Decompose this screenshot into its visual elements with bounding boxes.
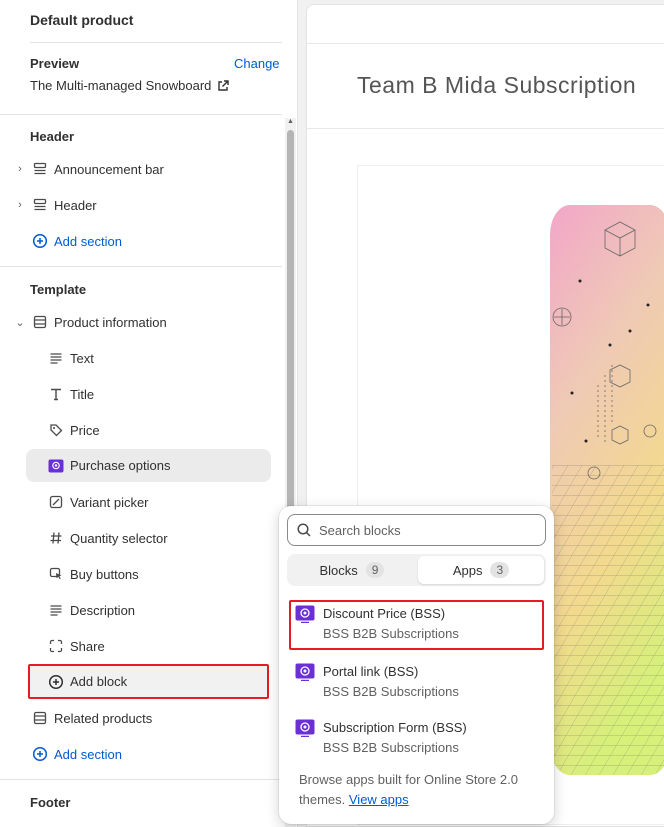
tab-label: Apps xyxy=(452,562,483,578)
divider xyxy=(30,42,282,43)
block-label: Text xyxy=(70,350,94,366)
bss-app-icon xyxy=(295,719,315,737)
cursor-click-icon xyxy=(47,565,65,583)
divider xyxy=(0,266,282,267)
header-section-title: Header xyxy=(30,129,75,144)
bss-app-icon xyxy=(295,663,315,681)
block-tabs: Blocks 9 Apps 3 xyxy=(287,554,546,586)
section-product-information[interactable]: ⌄ Product information xyxy=(0,306,282,338)
editor-sidebar: Default product Preview Change The Multi… xyxy=(0,0,298,827)
search-blocks-input[interactable]: Search blocks xyxy=(287,514,546,546)
block-variant-picker[interactable]: Variant picker xyxy=(0,486,282,518)
text-lines-icon xyxy=(47,349,65,367)
browse-apps-text: Browse apps built for Online Store 2.0 t… xyxy=(299,770,544,810)
block-label: Description xyxy=(70,602,136,618)
app-block-name: Portal link (BSS) xyxy=(323,664,419,679)
block-share[interactable]: Share xyxy=(0,630,282,662)
add-block-button[interactable]: Add block xyxy=(28,664,269,699)
block-label: Price xyxy=(70,422,100,438)
search-placeholder: Search blocks xyxy=(319,523,401,538)
block-label: Share xyxy=(70,638,105,654)
divider xyxy=(307,128,664,129)
count-badge: 3 xyxy=(490,562,510,578)
block-quantity-selector[interactable]: Quantity selector xyxy=(0,522,282,554)
block-text[interactable]: Text xyxy=(0,342,282,374)
divider xyxy=(0,779,282,780)
share-icon xyxy=(47,637,65,655)
tab-label: Blocks xyxy=(319,562,358,578)
plus-circle-icon xyxy=(31,745,49,763)
text-lines-icon xyxy=(47,601,65,619)
block-title[interactable]: Title xyxy=(0,378,282,410)
section-icon xyxy=(31,313,49,331)
footer-section-title: Footer xyxy=(30,795,71,810)
section-label: Related products xyxy=(54,710,153,726)
bss-app-icon xyxy=(47,457,65,475)
app-block-provider: BSS B2B Subscriptions xyxy=(323,740,459,755)
section-icon xyxy=(31,160,49,178)
external-link-icon xyxy=(218,79,230,91)
divider xyxy=(0,114,282,115)
block-description[interactable]: Description xyxy=(0,594,282,626)
tab-apps[interactable]: Apps 3 xyxy=(418,556,544,584)
variant-picker-icon xyxy=(47,493,65,511)
store-title: Team B Mida Subscription xyxy=(357,72,637,98)
template-add-section-button[interactable]: Add section xyxy=(0,738,282,770)
preview-label: Preview xyxy=(30,56,80,71)
price-tag-icon xyxy=(47,421,65,439)
block-label: Variant picker xyxy=(70,494,149,510)
count-badge: 9 xyxy=(365,562,385,578)
app-block-name: Discount Price (BSS) xyxy=(323,606,446,621)
template-section-title: Template xyxy=(30,282,87,297)
block-purchase-options[interactable]: Purchase options xyxy=(26,449,271,482)
preview-product-link[interactable]: The Multi-managed Snowboard xyxy=(30,78,230,93)
block-buy-buttons[interactable]: Buy buttons xyxy=(0,558,282,590)
chevron-right-icon[interactable]: › xyxy=(14,199,26,211)
section-related-products[interactable]: Related products xyxy=(0,702,282,734)
chevron-down-icon[interactable]: ⌄ xyxy=(14,316,26,329)
section-icon xyxy=(31,196,49,214)
block-label: Buy buttons xyxy=(70,566,139,582)
section-icon xyxy=(31,709,49,727)
app-block-portal-link[interactable]: Portal link (BSS) BSS B2B Subscriptions xyxy=(289,658,544,708)
block-label: Purchase options xyxy=(70,458,171,473)
plus-circle-icon xyxy=(31,232,49,250)
app-block-provider: BSS B2B Subscriptions xyxy=(323,626,459,641)
search-icon xyxy=(297,523,311,537)
plus-circle-icon xyxy=(47,673,65,691)
bss-app-icon xyxy=(295,605,315,623)
app-block-discount-price[interactable]: Discount Price (BSS) BSS B2B Subscriptio… xyxy=(289,600,544,650)
add-block-label: Add block xyxy=(70,674,128,689)
preview-product-name: The Multi-managed Snowboard xyxy=(30,78,212,93)
header-add-section-button[interactable]: Add section xyxy=(0,225,282,257)
block-label: Quantity selector xyxy=(70,530,168,546)
title-t-icon xyxy=(47,385,65,403)
section-header[interactable]: › Header xyxy=(0,189,282,221)
scroll-up-arrow-icon[interactable]: ▲ xyxy=(287,118,294,125)
hash-icon xyxy=(47,529,65,547)
section-label: Product information xyxy=(54,314,167,330)
section-announcement-bar[interactable]: › Announcement bar xyxy=(0,153,282,185)
app-block-name: Subscription Form (BSS) xyxy=(323,720,467,735)
chevron-right-icon[interactable]: › xyxy=(14,163,26,175)
divider xyxy=(307,43,664,44)
add-section-label: Add section xyxy=(54,233,122,249)
block-label: Title xyxy=(70,386,95,402)
add-block-popover: Search blocks Blocks 9 Apps 3 Discount P… xyxy=(279,506,554,824)
add-section-label: Add section xyxy=(54,746,122,762)
app-block-provider: BSS B2B Subscriptions xyxy=(323,684,459,699)
sidebar-title: Default product xyxy=(30,12,134,28)
change-preview-link[interactable]: Change xyxy=(234,56,280,71)
app-block-subscription-form[interactable]: Subscription Form (BSS) BSS B2B Subscrip… xyxy=(289,714,544,764)
view-apps-link[interactable]: View apps xyxy=(349,792,409,807)
product-image[interactable] xyxy=(550,205,664,775)
section-label: Header xyxy=(54,197,97,213)
block-price[interactable]: Price xyxy=(0,414,282,446)
section-label: Announcement bar xyxy=(54,161,164,177)
tab-blocks[interactable]: Blocks 9 xyxy=(289,556,415,584)
